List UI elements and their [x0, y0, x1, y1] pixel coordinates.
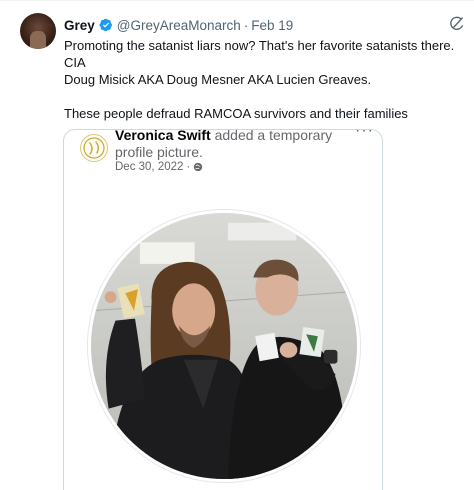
- embed-header-line: Veronica Swift added a temporary: [115, 129, 333, 144]
- embed-action-text-cont: profile picture.: [115, 144, 203, 160]
- embed-page-avatar: [80, 134, 108, 162]
- more-options-icon: ···: [355, 129, 374, 139]
- tweet-text: Promoting the satanist liars now? That's…: [64, 38, 455, 121]
- tweet-header: Grey @GreyAreaMonarch · Feb 19: [64, 16, 460, 34]
- verified-badge-icon: [99, 18, 112, 32]
- tweet[interactable]: Grey @GreyAreaMonarch · Feb 19 Promoting…: [0, 0, 474, 490]
- globe-icon: [194, 162, 203, 172]
- embed-logo-icon: [83, 137, 105, 159]
- embedded-image[interactable]: Veronica Swift added a temporary profile…: [63, 129, 383, 490]
- author-avatar[interactable]: [20, 13, 56, 49]
- author-name[interactable]: Grey: [64, 18, 95, 33]
- author-handle[interactable]: @GreyAreaMonarch: [117, 18, 241, 33]
- embed-action-text: added a temporary: [214, 129, 333, 143]
- embed-date-separator: ·: [186, 161, 191, 173]
- embed-author-name: Veronica Swift: [115, 129, 211, 143]
- embed-date: Dec 30, 2022: [115, 161, 184, 173]
- profile-photo: [88, 210, 360, 482]
- grok-icon[interactable]: [448, 15, 466, 33]
- tweet-date[interactable]: Feb 19: [251, 18, 293, 33]
- header-separator: ·: [243, 17, 249, 33]
- embed-date-row: Dec 30, 2022 ·: [115, 161, 203, 173]
